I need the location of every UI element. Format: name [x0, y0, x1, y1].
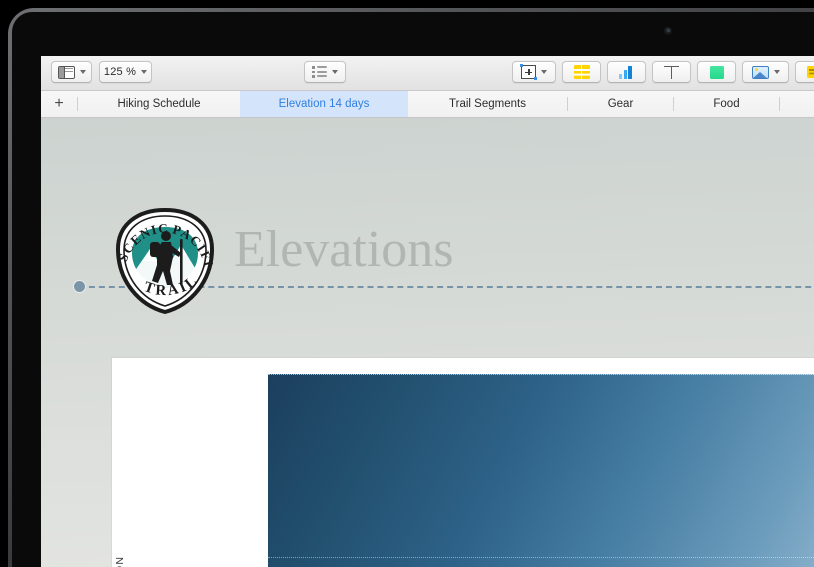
sheet-tab-label: Hiking Schedule [117, 98, 201, 110]
chart-plot-area[interactable] [268, 374, 814, 567]
sheet-tab-label: Trail Segments [449, 98, 526, 110]
sheet-tab-elevation-14-days[interactable]: Elevation 14 days [240, 91, 408, 117]
view-layout-button[interactable] [51, 61, 92, 83]
chevron-down-icon [332, 70, 338, 74]
sheet-tab-label: Food [713, 98, 740, 110]
sheet-tab-bar: + Hiking Schedule Elevation 14 days Trai… [41, 91, 814, 118]
document-canvas[interactable]: SCENIC PACIFIC TRAILS Elevations 10.000 … [41, 118, 814, 567]
table-icon [573, 65, 590, 79]
sheet-tab-gear[interactable]: Gear [568, 91, 673, 117]
zoom-level-button[interactable]: 125 % [99, 61, 152, 83]
insert-comment-button[interactable] [795, 61, 814, 83]
toolbar: 125 % [41, 56, 814, 91]
webcam-icon [664, 27, 672, 35]
outline-view-button[interactable] [304, 61, 346, 83]
insert-media-button[interactable] [742, 61, 789, 83]
insert-object-button[interactable] [512, 61, 556, 83]
elevation-chart[interactable]: 10.000 7.500 5.000 ELEVATION [112, 358, 814, 567]
chevron-down-icon [141, 70, 148, 74]
zoom-level-label: 125 % [103, 66, 137, 78]
view-layout-icon [57, 65, 75, 79]
chevron-down-icon [541, 70, 547, 74]
scenic-pacific-trails-logo[interactable]: SCENIC PACIFIC TRAILS [109, 205, 221, 317]
insert-shape-button[interactable] [697, 61, 736, 83]
chevron-down-icon [79, 70, 86, 74]
document-title[interactable]: Elevations [234, 224, 454, 276]
media-image-icon [751, 65, 769, 79]
tab-bar-empty-area [780, 91, 814, 117]
insert-chart-button[interactable] [607, 61, 646, 83]
sheet-tab-food[interactable]: Food [674, 91, 779, 117]
chevron-down-icon [773, 70, 780, 74]
add-sheet-label: + [54, 95, 64, 112]
text-icon [664, 65, 679, 79]
laptop-device: 125 % + Hiking Schedule Elevation 14 day… [0, 0, 814, 567]
chart-icon [619, 65, 635, 79]
selection-handle[interactable] [74, 281, 85, 292]
sheet-tab-label: Gear [607, 98, 634, 110]
insert-object-icon [520, 64, 537, 80]
shape-icon [709, 65, 724, 79]
y-axis-label: ELEVATION [114, 556, 126, 567]
add-sheet-button[interactable]: + [41, 91, 77, 117]
insert-text-button[interactable] [652, 61, 691, 83]
sheet-tab-label: Elevation 14 days [278, 98, 370, 110]
comment-note-icon [806, 66, 814, 78]
gridline-7500 [268, 557, 814, 558]
list-outline-icon [312, 66, 327, 78]
sheet-tab-trail-segments[interactable]: Trail Segments [408, 91, 567, 117]
insert-table-button[interactable] [562, 61, 601, 83]
screen: 125 % + Hiking Schedule Elevation 14 day… [41, 56, 814, 567]
sheet-tab-hiking-schedule[interactable]: Hiking Schedule [78, 91, 240, 117]
